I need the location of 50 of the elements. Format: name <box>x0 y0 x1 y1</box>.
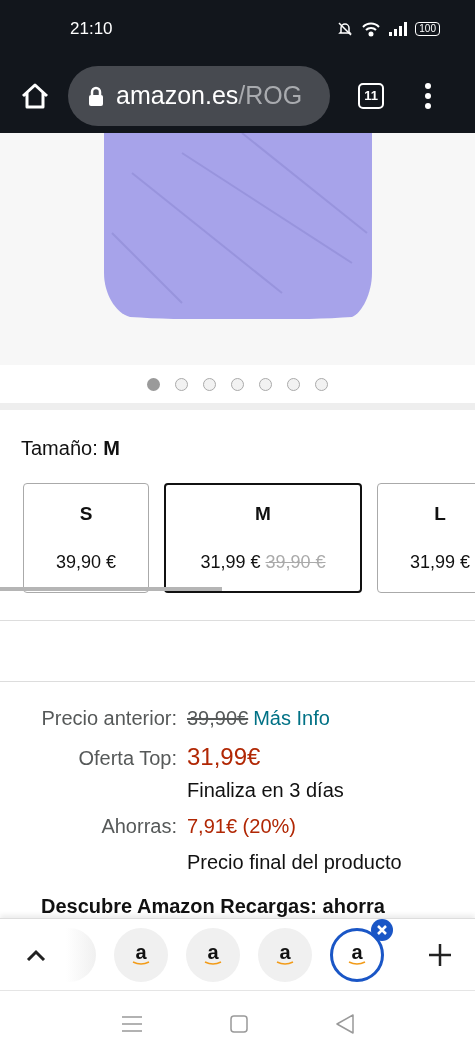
old-price: 39,90€ <box>187 706 249 731</box>
size-price: 31,99 € <box>200 550 261 574</box>
smile-icon <box>204 961 222 966</box>
favicon-letter: a <box>279 943 291 961</box>
favicon-letter: a <box>351 943 363 961</box>
menu-icon[interactable] <box>121 1015 142 1032</box>
add-tab-icon[interactable] <box>429 943 451 966</box>
wifi-icon <box>361 21 382 37</box>
size-label: Tamaño: M <box>21 437 120 459</box>
size-option[interactable]: M 31,99 € 39,90 € <box>164 483 362 593</box>
price-label: Oferta Top: <box>78 747 177 769</box>
more-menu-icon[interactable] <box>424 82 432 109</box>
tab-thumbnail[interactable]: a <box>186 927 240 982</box>
smile-icon <box>348 961 366 966</box>
size-name: L <box>434 502 446 527</box>
home-icon[interactable] <box>20 81 50 110</box>
favicon-letter: a <box>207 943 219 961</box>
signal-icon <box>389 22 408 36</box>
price-note: Finaliza en 3 días <box>187 778 344 803</box>
size-name: M <box>255 502 271 527</box>
more-info-link[interactable]: Más Info <box>253 703 330 733</box>
tab-thumbnail[interactable]: a <box>330 927 384 982</box>
tab-thumbnail[interactable]: a <box>114 927 168 982</box>
smile-icon <box>276 961 294 966</box>
size-price: 39,90 € <box>55 550 117 574</box>
muted-bell-icon <box>337 21 354 37</box>
back-icon[interactable] <box>335 1013 354 1034</box>
url-text: amazon.es/ROG <box>116 79 303 111</box>
deal-price: 31,99€ <box>187 742 261 772</box>
promo-heading: Descubre Amazon Recargas: ahorra <box>41 895 385 917</box>
size-old-price: 39,90 € <box>265 550 326 574</box>
address-bar[interactable]: amazon.es/ROG <box>68 65 330 126</box>
price-label: Precio anterior: <box>41 707 177 729</box>
favicon-letter: a <box>135 943 147 961</box>
price-note: Precio final del producto <box>187 850 402 875</box>
battery-indicator: 100 <box>415 22 440 36</box>
size-price: 31,99 € <box>409 550 471 574</box>
tab-thumbnail[interactable]: a <box>258 927 312 982</box>
size-option[interactable]: L 31,99 € <box>377 483 475 593</box>
size-option[interactable]: S 39,90 € <box>23 483 149 593</box>
tab-count-button[interactable]: 11 <box>358 82 384 109</box>
collapse-caret-icon[interactable] <box>26 948 46 961</box>
home-square-icon[interactable] <box>229 1014 248 1033</box>
size-name: S <box>79 502 93 527</box>
smile-icon <box>132 961 150 966</box>
close-tab-icon[interactable] <box>371 918 393 941</box>
status-time: 21:10 <box>70 18 113 41</box>
price-label: Ahorras: <box>101 815 177 837</box>
lock-icon <box>88 85 104 106</box>
savings-amount: 7,91€ (20%) <box>187 814 296 839</box>
